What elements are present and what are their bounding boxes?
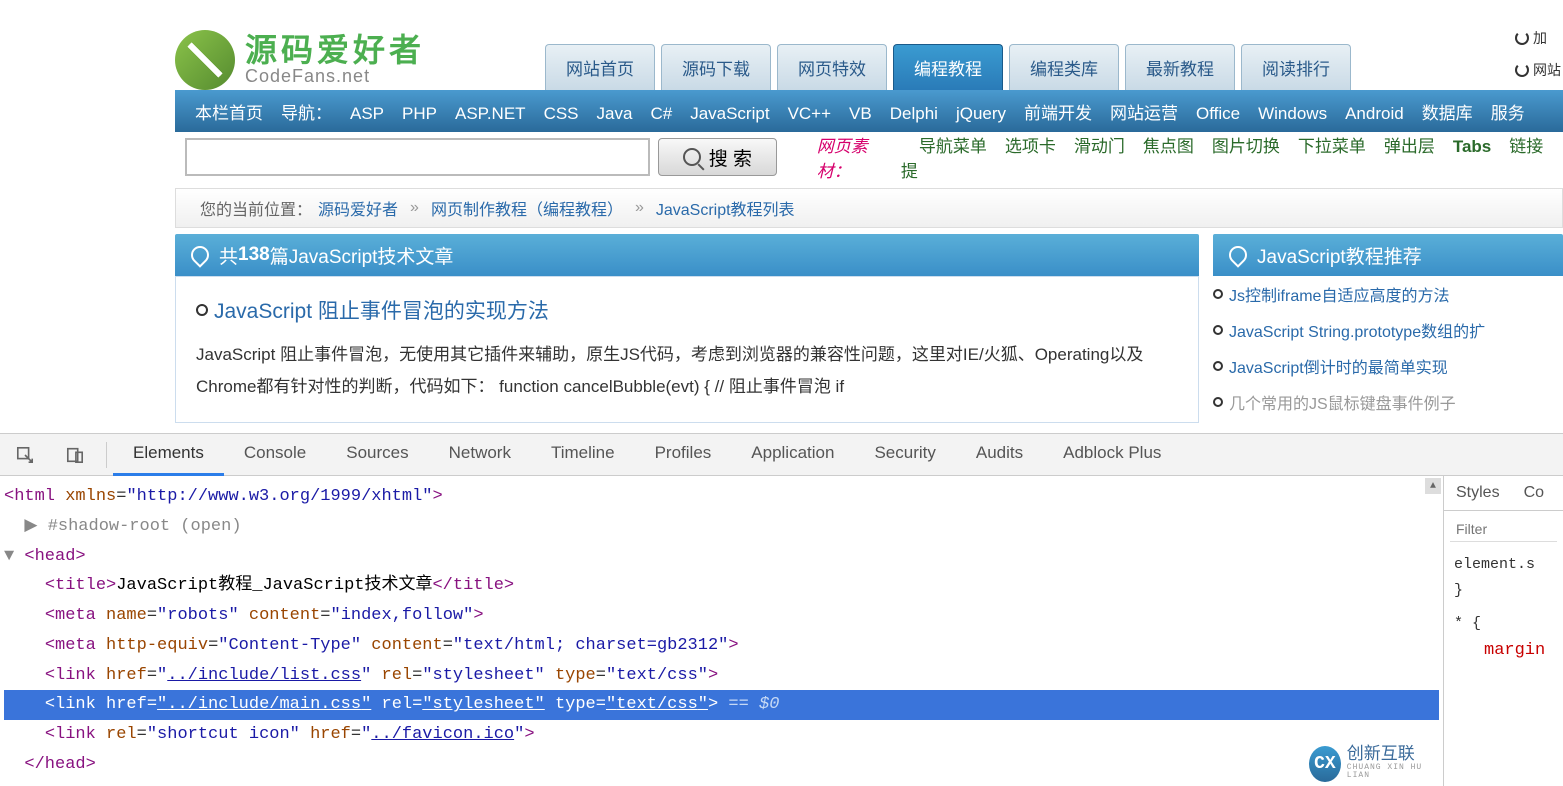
watermark-icon: CX xyxy=(1309,746,1341,782)
computed-tab[interactable]: Co xyxy=(1512,476,1556,510)
nav-link[interactable]: Delphi xyxy=(890,104,938,123)
scrollbar[interactable]: ▲ xyxy=(1425,478,1441,784)
nav-link[interactable]: JavaScript xyxy=(690,104,769,123)
devtools-dom-tree[interactable]: <html xmlns="http://www.w3.org/1999/xhtm… xyxy=(0,476,1443,786)
bullet-icon xyxy=(1213,325,1223,335)
bullet-icon xyxy=(1213,361,1223,371)
tab-最新教程[interactable]: 最新教程 xyxy=(1125,44,1235,90)
material-link[interactable]: 焦点图 xyxy=(1143,137,1194,156)
nav-link[interactable]: C# xyxy=(650,104,672,123)
nav-link[interactable]: 网站运营 xyxy=(1110,104,1178,123)
devtools-tab-elements[interactable]: Elements xyxy=(113,433,224,476)
breadcrumb-item[interactable]: JavaScript教程列表 xyxy=(656,196,795,220)
material-link[interactable]: 下拉菜单 xyxy=(1298,137,1366,156)
main-tabs: 网站首页源码下载网页特效编程教程编程类库最新教程阅读排行 xyxy=(545,44,1351,90)
breadcrumb: 您的当前位置： 源码爱好者» 网页制作教程（编程教程）» JavaScript教… xyxy=(175,188,1563,228)
nav-link[interactable]: 前端开发 xyxy=(1024,104,1092,123)
side-link[interactable]: JavaScript倒计时的最简单实现 xyxy=(1213,348,1563,384)
styles-filter-input[interactable] xyxy=(1450,517,1557,542)
main-panel-header: 共 138 篇JavaScript技术文章 xyxy=(175,234,1199,276)
material-link[interactable]: 图片切换 xyxy=(1212,137,1280,156)
devtools-panel: ElementsConsoleSourcesNetworkTimelinePro… xyxy=(0,433,1563,786)
bullet-icon xyxy=(196,304,208,316)
search-input[interactable] xyxy=(185,138,650,176)
tab-网站首页[interactable]: 网站首页 xyxy=(545,44,655,90)
tab-源码下载[interactable]: 源码下载 xyxy=(661,44,771,90)
nav-link[interactable]: Office xyxy=(1196,104,1240,123)
nav-link[interactable]: ASP.NET xyxy=(455,104,526,123)
devtools-tab-application[interactable]: Application xyxy=(731,433,854,476)
site-logo[interactable]: 源码爱好者 CodeFans.net xyxy=(175,30,425,90)
nav-link[interactable]: Android xyxy=(1345,104,1404,123)
nav-home[interactable]: 本栏首页 xyxy=(195,99,263,124)
devtools-toolbar: ElementsConsoleSourcesNetworkTimelinePro… xyxy=(0,434,1563,476)
nav-link[interactable]: 数据库 xyxy=(1422,104,1473,123)
top-right-links: 加 网站 xyxy=(1515,28,1561,92)
nav-link[interactable]: ASP xyxy=(350,104,384,123)
refresh-icon xyxy=(1515,31,1529,45)
material-link[interactable]: 滑动门 xyxy=(1074,137,1125,156)
clip-icon xyxy=(1225,242,1250,267)
selected-dom-line: <link href="../include/main.css" rel="st… xyxy=(4,690,1439,720)
materials-label: 网页素材： xyxy=(817,132,901,182)
logo-chinese: 源码爱好者 xyxy=(245,34,425,66)
tab-编程教程[interactable]: 编程教程 xyxy=(893,44,1003,90)
watermark: CX 创新互联CHUANG XIN HU LIAN xyxy=(1309,746,1439,782)
search-button[interactable]: 搜 索 xyxy=(658,138,777,176)
devtools-tab-security[interactable]: Security xyxy=(854,433,955,476)
logo-icon xyxy=(175,30,235,90)
devtools-tab-network[interactable]: Network xyxy=(429,433,531,476)
devtools-tab-timeline[interactable]: Timeline xyxy=(531,433,635,476)
nav-link[interactable]: CSS xyxy=(544,104,579,123)
material-link[interactable]: 选项卡 xyxy=(1005,137,1056,156)
logo-english: CodeFans.net xyxy=(245,66,425,87)
bullet-icon xyxy=(1213,397,1223,407)
side-link[interactable]: Js控制iframe自适应高度的方法 xyxy=(1213,276,1563,312)
nav-link[interactable]: VC++ xyxy=(788,104,831,123)
nav-link[interactable]: VB xyxy=(849,104,872,123)
devtools-styles-pane: Styles Co element.s } * { margin xyxy=(1443,476,1563,786)
side-link[interactable]: 几个常用的JS鼠标键盘事件例子 xyxy=(1213,384,1563,420)
device-icon[interactable] xyxy=(60,440,90,470)
tab-网页特效[interactable]: 网页特效 xyxy=(777,44,887,90)
devtools-tab-profiles[interactable]: Profiles xyxy=(635,433,732,476)
nav-link[interactable]: Java xyxy=(597,104,633,123)
tab-编程类库[interactable]: 编程类库 xyxy=(1009,44,1119,90)
clip-icon xyxy=(187,242,212,267)
material-link[interactable]: 弹出层 xyxy=(1384,137,1435,156)
refresh-icon xyxy=(1515,63,1529,77)
devtools-tab-adblock plus[interactable]: Adblock Plus xyxy=(1043,433,1181,476)
scroll-up-icon[interactable]: ▲ xyxy=(1425,478,1441,494)
breadcrumb-item[interactable]: 网页制作教程（编程教程） xyxy=(431,196,623,220)
devtools-tab-console[interactable]: Console xyxy=(224,433,326,476)
breadcrumb-item[interactable]: 源码爱好者 xyxy=(318,196,398,220)
material-link[interactable]: 导航菜单 xyxy=(919,137,987,156)
devtools-tab-sources[interactable]: Sources xyxy=(326,433,428,476)
nav-link[interactable]: Windows xyxy=(1258,104,1327,123)
material-link[interactable]: Tabs xyxy=(1453,137,1491,156)
nav-bar: 本栏首页 导航： ASP PHP ASP.NET CSS Java C# JavaScrip… xyxy=(175,90,1563,132)
inspect-icon[interactable] xyxy=(10,440,40,470)
styles-tab[interactable]: Styles xyxy=(1444,476,1512,510)
nav-link[interactable]: 服务 xyxy=(1491,104,1525,123)
side-link[interactable]: JavaScript String.prototype数组的扩 xyxy=(1213,312,1563,348)
nav-link[interactable]: jQuery xyxy=(956,104,1006,123)
article-description: JavaScript 阻止事件冒泡，无使用其它插件来辅助，原生JS代码，考虑到浏… xyxy=(196,339,1178,404)
article-title-link[interactable]: JavaScript 阻止事件冒泡的实现方法 xyxy=(196,295,1178,325)
side-panel-header: JavaScript教程推荐 xyxy=(1213,234,1563,276)
tab-阅读排行[interactable]: 阅读排行 xyxy=(1241,44,1351,90)
devtools-tab-audits[interactable]: Audits xyxy=(956,433,1043,476)
bullet-icon xyxy=(1213,289,1223,299)
search-icon xyxy=(683,148,701,166)
nav-label: 导航： xyxy=(281,99,332,124)
nav-link[interactable]: PHP xyxy=(402,104,437,123)
